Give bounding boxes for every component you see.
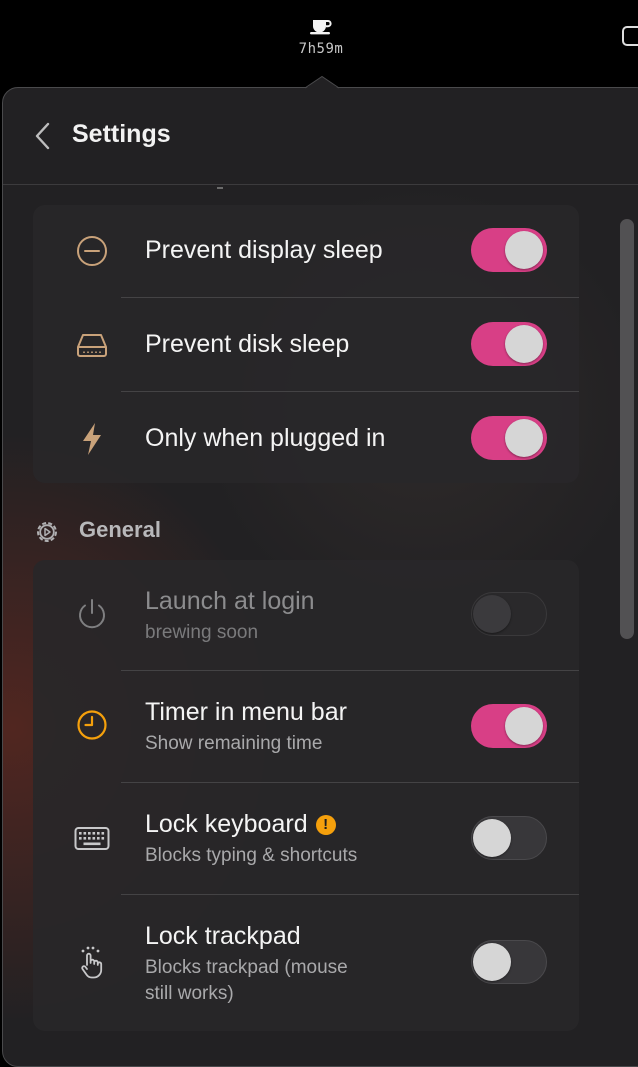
section-title: General bbox=[79, 517, 161, 542]
setting-label: Only when plugged in bbox=[145, 424, 386, 452]
setting-label: Launch at login bbox=[145, 587, 315, 615]
toggle-knob bbox=[473, 943, 511, 981]
lightning-bolt-icon bbox=[74, 421, 110, 457]
menubar-timer: 7h59m bbox=[298, 41, 344, 57]
setting-label: Timer in menu bar bbox=[145, 698, 347, 726]
toggle-knob bbox=[505, 707, 543, 745]
keyboard-icon bbox=[74, 820, 110, 856]
menu-bar: 7h59m bbox=[0, 0, 638, 76]
setting-row-prevent-disk-sleep: Prevent disk sleep bbox=[33, 298, 579, 392]
disk-drive-icon bbox=[74, 327, 110, 363]
vertical-scrollbar[interactable] bbox=[620, 219, 634, 639]
page-title: Settings bbox=[72, 120, 171, 148]
lock-keyboard-toggle[interactable] bbox=[471, 816, 547, 860]
setting-row-timer-in-menu-bar: Timer in menu bar Show remaining time bbox=[33, 671, 579, 783]
lock-keyboard-label: Lock keyboard bbox=[145, 810, 308, 838]
setting-row-lock-trackpad: Lock trackpad Blocks trackpad (mouse stil… bbox=[33, 895, 579, 1031]
toggle-knob bbox=[505, 231, 543, 269]
chevron-left-icon bbox=[35, 122, 50, 150]
power-icon bbox=[74, 596, 110, 632]
warning-badge[interactable]: ! bbox=[315, 815, 336, 835]
clock-icon bbox=[74, 707, 110, 743]
sleep-settings-card: Prevent display sleep Prevent disk sleep bbox=[33, 205, 579, 483]
setting-row-prevent-display-sleep: Prevent display sleep bbox=[33, 205, 579, 298]
prevent-display-sleep-toggle[interactable] bbox=[471, 228, 547, 272]
battery-icon[interactable] bbox=[622, 26, 638, 46]
subtitle-line: Blocks trackpad (mouse bbox=[145, 957, 348, 978]
general-settings-card: Launch at login brewing soon Timer in me… bbox=[33, 560, 579, 1031]
setting-label: Prevent display sleep bbox=[145, 236, 383, 264]
lock-trackpad-toggle[interactable] bbox=[471, 940, 547, 984]
back-button[interactable] bbox=[31, 120, 55, 152]
menubar-status-item[interactable]: 7h59m bbox=[290, 16, 352, 57]
subtitle-line: still works) bbox=[145, 983, 234, 1004]
popover-arrow bbox=[305, 76, 339, 90]
toggle-knob bbox=[473, 595, 511, 633]
setting-subtitle: Blocks typing & shortcuts bbox=[145, 845, 358, 866]
setting-row-only-when-plugged-in: Only when plugged in bbox=[33, 392, 579, 483]
settings-header: Settings bbox=[3, 88, 638, 185]
setting-row-lock-keyboard: Lock keyboard! Blocks typing & shortcuts bbox=[33, 783, 579, 895]
toggle-knob bbox=[505, 419, 543, 457]
only-when-plugged-in-toggle[interactable] bbox=[471, 416, 547, 460]
toggle-knob bbox=[505, 325, 543, 363]
minus-circle-icon bbox=[74, 233, 110, 269]
toggle-knob bbox=[473, 819, 511, 857]
setting-label: Prevent disk sleep bbox=[145, 330, 350, 358]
setting-subtitle: Blocks trackpad (mouse still works) bbox=[145, 955, 348, 1007]
prevent-disk-sleep-toggle[interactable] bbox=[471, 322, 547, 366]
timer-in-menu-bar-toggle[interactable] bbox=[471, 704, 547, 748]
setting-row-launch-at-login: Launch at login brewing soon bbox=[33, 560, 579, 671]
setting-subtitle: brewing soon bbox=[145, 622, 259, 643]
gear-icon bbox=[37, 522, 57, 542]
setting-subtitle: Show remaining time bbox=[145, 733, 323, 754]
setting-label: Lock trackpad bbox=[145, 922, 301, 950]
launch-at-login-toggle[interactable] bbox=[471, 592, 547, 636]
pointer-hand-icon bbox=[74, 945, 110, 981]
setting-label: Lock keyboard! bbox=[145, 810, 336, 839]
settings-popover: Settings Prevent display sleep Prevent d… bbox=[2, 87, 638, 1067]
clipped-section-title bbox=[217, 184, 223, 189]
coffee-cup-icon bbox=[310, 20, 332, 35]
